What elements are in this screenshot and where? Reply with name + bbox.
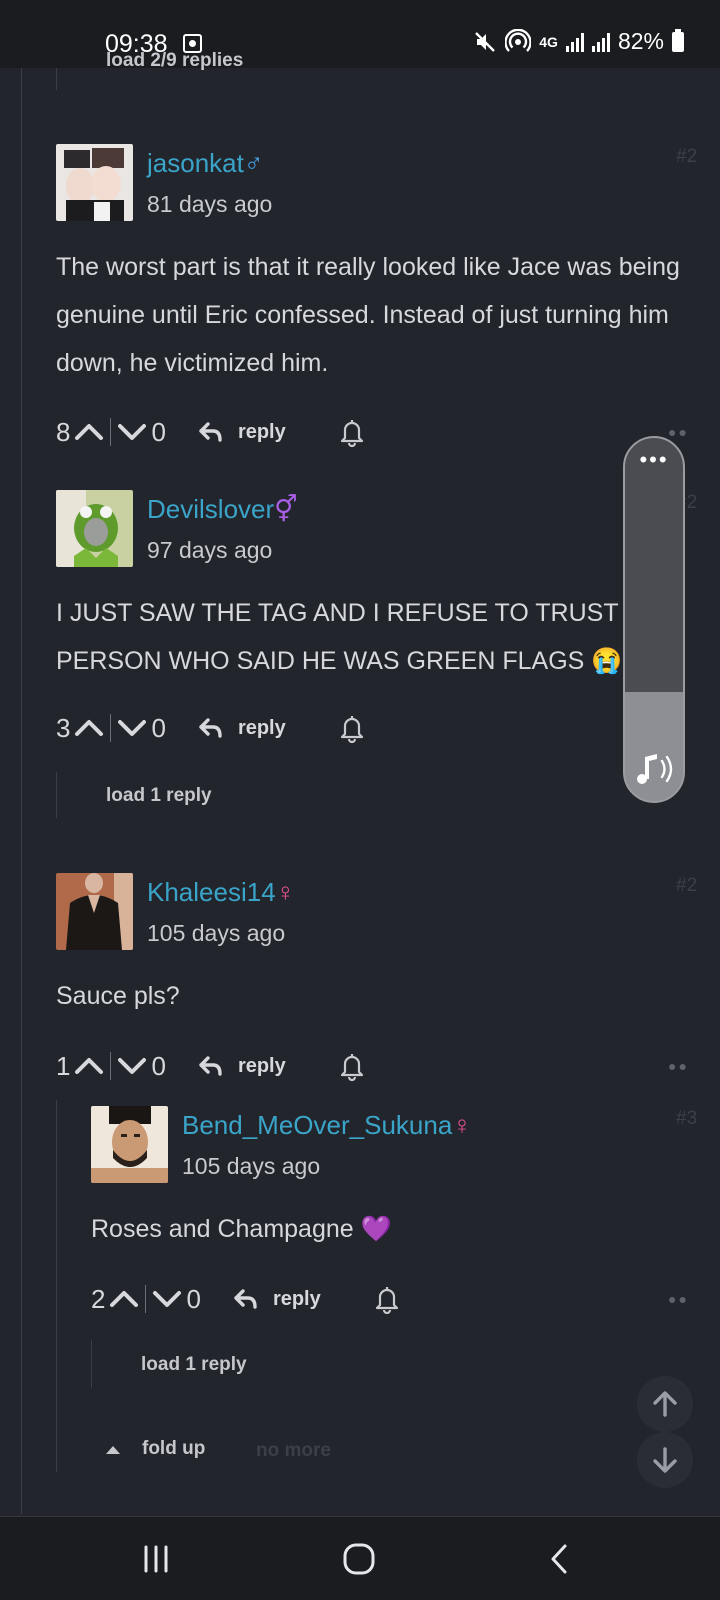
comment-actions: 2 0 reply xyxy=(91,1283,401,1315)
downvote-count: 0 xyxy=(151,416,166,447)
more-options-icon[interactable]: ●● xyxy=(668,1058,689,1074)
scroll-up-button[interactable] xyxy=(637,1376,693,1432)
reply-button[interactable]: reply xyxy=(238,421,286,444)
no-more-label: no more xyxy=(256,1440,331,1461)
downvote-icon[interactable] xyxy=(152,1288,182,1310)
thread-line-c2 xyxy=(56,772,57,818)
downvote-count: 0 xyxy=(186,1283,201,1314)
comment-text: Sauce pls? xyxy=(56,982,180,1010)
bell-icon[interactable] xyxy=(338,417,366,447)
reply-icon[interactable] xyxy=(198,421,224,443)
gender-nonbinary-icon: ⚥ xyxy=(274,494,298,524)
reply-button[interactable]: reply xyxy=(238,717,286,740)
upvote-icon[interactable] xyxy=(74,421,104,443)
vote-divider xyxy=(110,418,112,446)
reply-button[interactable]: reply xyxy=(273,1288,321,1311)
upvote-count: 1 xyxy=(56,1050,71,1081)
upvote-count: 3 xyxy=(56,712,71,743)
signal-icon-2 xyxy=(591,32,610,52)
hotspot-icon xyxy=(505,28,532,52)
load-reply-link[interactable]: load 1 reply xyxy=(106,785,212,807)
downvote-icon[interactable] xyxy=(117,421,147,443)
comment-index: #2 xyxy=(676,875,698,896)
comment-actions: 8 0 reply xyxy=(56,416,366,448)
battery-icon xyxy=(672,28,684,52)
home-icon xyxy=(343,1543,375,1575)
username[interactable]: jasonkat♂ xyxy=(147,148,263,179)
home-button[interactable] xyxy=(337,1539,381,1579)
username[interactable]: Bend_MeOver_Sukuna♀ xyxy=(182,1110,472,1141)
bell-icon[interactable] xyxy=(373,1284,401,1314)
comment-text: Roses and Champagne 💜 xyxy=(91,1215,392,1243)
battery-percent: 82% xyxy=(617,28,664,54)
upvote-icon[interactable] xyxy=(74,717,104,739)
avatar[interactable] xyxy=(56,144,133,221)
mute-icon xyxy=(475,31,496,52)
comment-time: 97 days ago xyxy=(147,537,273,563)
recent-apps-button[interactable] xyxy=(136,1539,176,1579)
comment-index: #2 xyxy=(676,146,698,167)
reply-icon[interactable] xyxy=(233,1288,259,1310)
bell-icon[interactable] xyxy=(338,713,366,743)
media-volume-icon xyxy=(637,754,673,784)
downvote-icon[interactable] xyxy=(117,717,147,739)
comment-index: #3 xyxy=(676,1108,698,1129)
more-options-icon[interactable]: ●● xyxy=(668,1291,689,1307)
thread-line-c3 xyxy=(56,1100,57,1472)
thread-line-c4 xyxy=(91,1340,92,1388)
triangle-up-icon xyxy=(106,1445,120,1454)
avatar[interactable] xyxy=(56,873,133,950)
load-reply-link[interactable]: load 1 reply xyxy=(141,1354,247,1376)
scroll-down-button[interactable] xyxy=(637,1432,693,1488)
comment-time: 105 days ago xyxy=(147,920,286,946)
bell-icon[interactable] xyxy=(338,1051,366,1081)
username[interactable]: Khaleesi14♀ xyxy=(147,877,295,908)
comment-time: 81 days ago xyxy=(147,191,273,217)
gender-female-icon: ♀ xyxy=(275,877,296,907)
reply-button[interactable]: reply xyxy=(238,1055,286,1078)
volume-options-icon[interactable]: ••• xyxy=(625,449,683,471)
navigation-bar xyxy=(0,1516,720,1600)
comment-text: The worst part is that it really looked … xyxy=(56,253,680,377)
comment-actions: 3 0 reply xyxy=(56,712,366,744)
avatar[interactable] xyxy=(56,490,133,567)
comment-actions: 1 0 reply xyxy=(56,1050,366,1082)
downvote-count: 0 xyxy=(151,1050,166,1081)
thread-line-outer xyxy=(21,68,22,1514)
gender-female-icon: ♀ xyxy=(452,1110,472,1140)
username[interactable]: Devilslover⚥ xyxy=(147,494,298,525)
downvote-icon[interactable] xyxy=(117,1055,147,1077)
reply-icon[interactable] xyxy=(198,1055,224,1077)
signal-icon xyxy=(565,32,584,52)
reply-icon[interactable] xyxy=(198,717,224,739)
vote-divider xyxy=(145,1285,147,1313)
comment-time: 105 days ago xyxy=(182,1153,321,1179)
vote-divider xyxy=(110,714,112,742)
network-type: 4G xyxy=(539,33,558,50)
back-button[interactable] xyxy=(544,1539,574,1579)
upvote-icon[interactable] xyxy=(74,1055,104,1077)
thread-line-top xyxy=(56,68,57,90)
status-icons: 4G 82% xyxy=(473,28,684,55)
fold-up-button[interactable]: fold up xyxy=(106,1438,205,1460)
recent-apps-icon xyxy=(144,1545,168,1573)
volume-panel[interactable]: ••• xyxy=(623,436,685,803)
more-options-icon[interactable]: ●● xyxy=(668,424,689,440)
back-icon xyxy=(551,1544,567,1574)
avatar[interactable] xyxy=(91,1106,168,1183)
upvote-count: 2 xyxy=(91,1283,106,1314)
arrow-down-icon xyxy=(653,1447,677,1473)
downvote-count: 0 xyxy=(151,712,166,743)
vote-divider xyxy=(110,1052,112,1080)
upvote-icon[interactable] xyxy=(109,1288,139,1310)
gender-male-icon: ♂ xyxy=(243,148,264,178)
comment-text: I JUST SAW THE TAG AND I REFUSE TO TRUST… xyxy=(56,599,675,675)
upvote-count: 8 xyxy=(56,416,71,447)
arrow-up-icon xyxy=(653,1391,677,1417)
load-replies-link[interactable]: load 2/9 replies xyxy=(106,50,243,72)
